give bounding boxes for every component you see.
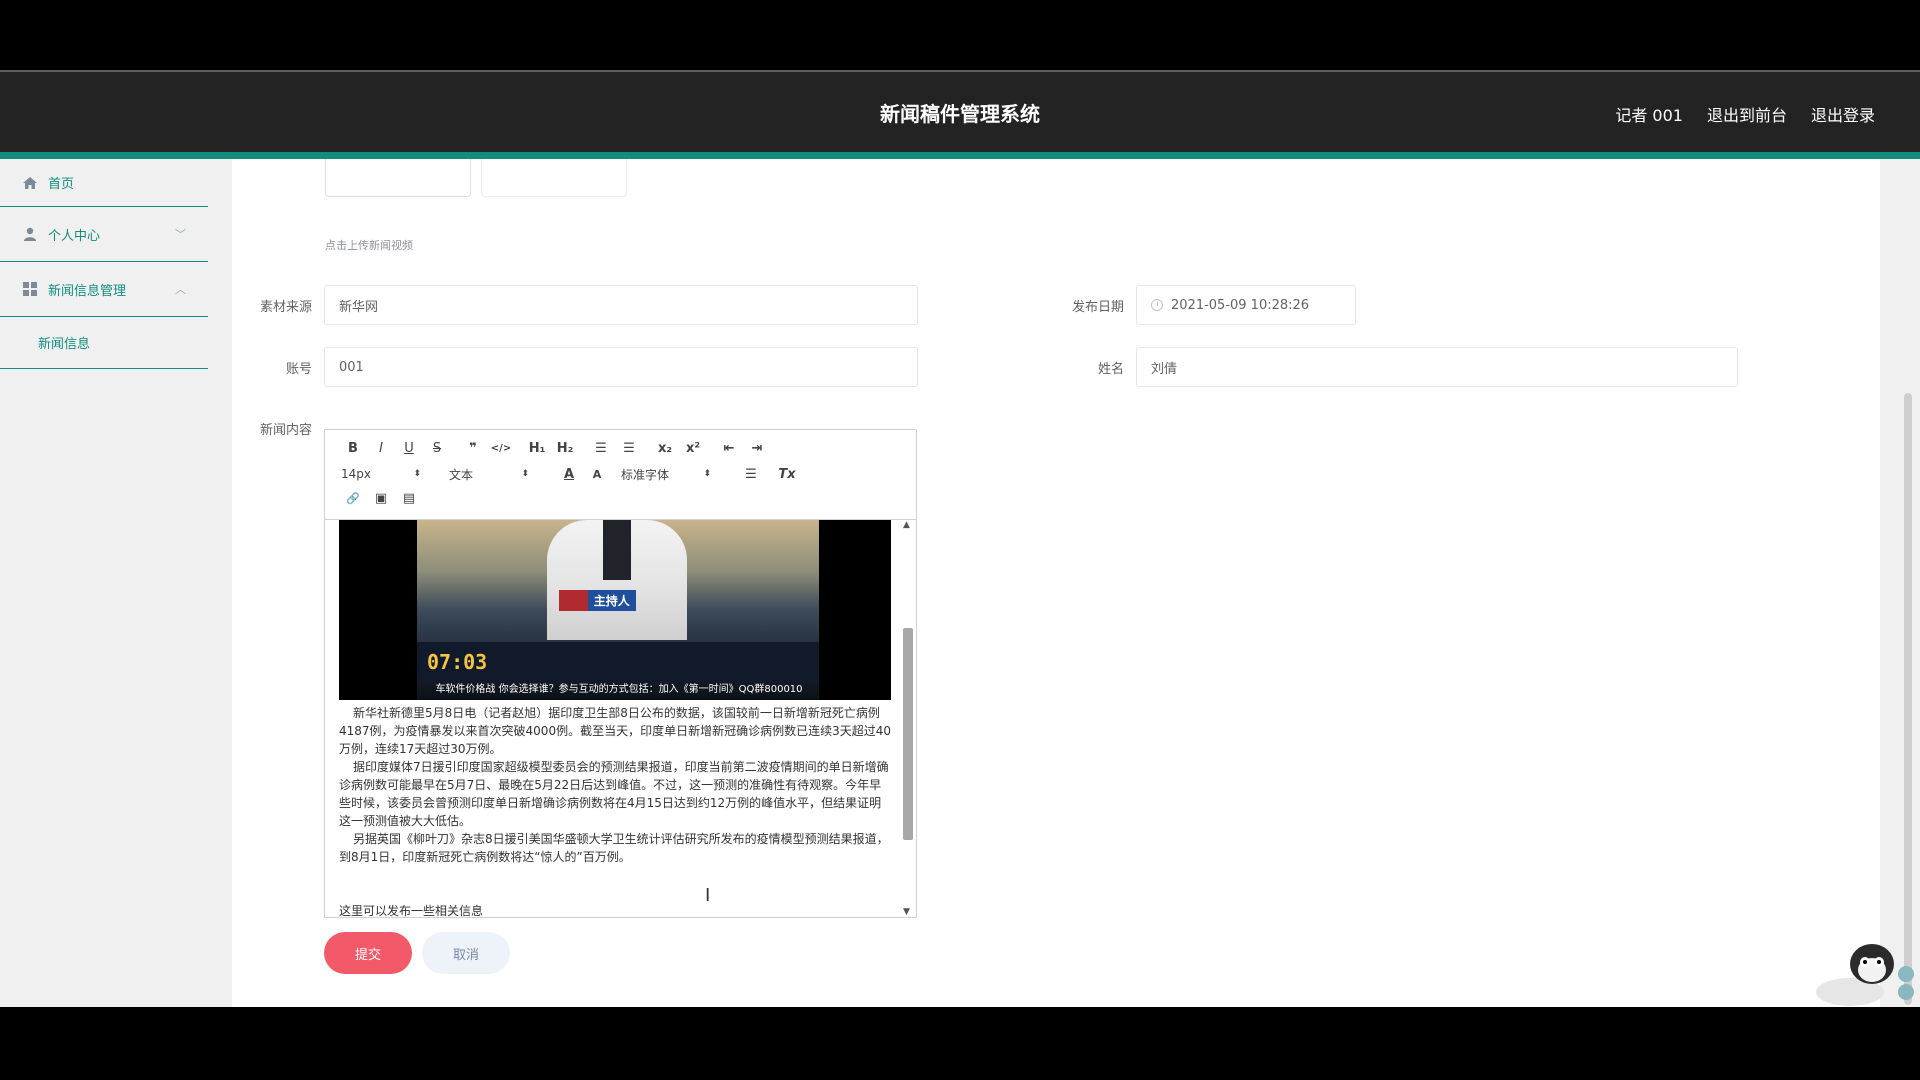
- editor-bottom-note: 这里可以发布一些相关信息: [339, 904, 484, 917]
- sidebar-item-label: 新闻信息管理: [48, 283, 127, 299]
- toolbar-row-3: 🔗 ▣ ▤: [339, 488, 423, 508]
- subscript-button[interactable]: x₂: [651, 438, 679, 458]
- select-caret-icon: ⬍: [521, 469, 529, 479]
- home-icon: [22, 175, 38, 191]
- account-value: 001: [339, 359, 364, 375]
- video-name-tag-red: [559, 590, 588, 611]
- select-caret-icon: ⬍: [703, 469, 711, 479]
- text-color-button[interactable]: A: [555, 464, 583, 484]
- scroll-up-icon[interactable]: ▲: [903, 520, 910, 530]
- underline-button[interactable]: U: [395, 438, 423, 458]
- header-accent-line: [0, 152, 1920, 159]
- h1-button[interactable]: H₁: [523, 438, 551, 458]
- align-button[interactable]: ☰: [737, 464, 765, 484]
- quote-button[interactable]: ❞: [459, 438, 487, 458]
- form-card: 点击上传新闻视频 素材来源 新华网 发布日期 2021-05-09 10:28:…: [232, 159, 1880, 1007]
- header-select[interactable]: 文本 ⬍: [447, 466, 531, 483]
- strike-button[interactable]: S: [423, 438, 451, 458]
- sidebar-item-label: 个人中心: [48, 228, 101, 244]
- font-family-value: 标准字体: [621, 467, 670, 482]
- name-label: 姓名: [1097, 362, 1124, 377]
- submit-button[interactable]: 提交: [324, 932, 412, 974]
- code-button[interactable]: </>: [487, 438, 515, 458]
- date-picker[interactable]: 2021-05-09 10:28:26: [1136, 285, 1356, 325]
- letterbox-bottom: [0, 1007, 1920, 1080]
- bold-button[interactable]: B: [339, 438, 367, 458]
- video-clock: 07:03: [427, 650, 488, 674]
- upload-box[interactable]: [325, 159, 471, 197]
- screen: 新闻稿件管理系统 记者 001 退出到前台 退出登录 首页 个人中心 ﹀ 新闻信…: [0, 0, 1920, 1080]
- editor-toolbar: B I U S ❞ </> H₁ H₂ ☰ ☰ x₂ x² ⇤ ⇥ 14px ⬍…: [325, 430, 916, 520]
- account-input[interactable]: 001: [324, 347, 918, 387]
- logout-link[interactable]: 退出登录: [1811, 102, 1875, 126]
- source-label: 素材来源: [259, 300, 312, 315]
- video-subtitle: 车软件价格战 你会选择谁？参与互动的方式包括：加入《第一时间》QQ群800010: [435, 684, 803, 695]
- link-button[interactable]: 🔗: [339, 488, 367, 508]
- video-button[interactable]: ▤: [395, 488, 423, 508]
- user-icon: [22, 226, 38, 242]
- news-paragraph: 另据英国《柳叶刀》杂志8日援引美国华盛顿大学卫生统计评估研究所发布的疫情模型预测…: [339, 832, 889, 864]
- sidebar-item-personal[interactable]: 个人中心 ﹀: [0, 207, 208, 262]
- image-button[interactable]: ▣: [367, 488, 395, 508]
- sidebar: 首页 个人中心 ﹀ 新闻信息管理 ︿ 新闻信息: [0, 159, 208, 1007]
- background-color-button[interactable]: A: [583, 464, 611, 484]
- header-actions: 记者 001 退出到前台 退出登录: [1615, 102, 1875, 126]
- font-size-value: 14px: [341, 467, 371, 481]
- name-value: 刘倩: [1151, 361, 1178, 377]
- name-input[interactable]: 刘倩: [1136, 347, 1738, 387]
- content-label: 新闻内容: [259, 423, 312, 438]
- news-paragraph: 据印度媒体7日援引印度国家超级模型委员会的预测结果报道，印度当前第二波疫情期间的…: [339, 760, 889, 828]
- scroll-down-icon[interactable]: ▼: [903, 907, 910, 917]
- video-anchor-figure: [547, 520, 687, 640]
- chevron-up-icon: ︿: [175, 283, 186, 296]
- italic-button[interactable]: I: [367, 438, 395, 458]
- video-name-tag: 主持人: [559, 590, 636, 611]
- header-value: 文本: [449, 467, 474, 482]
- grid-icon: [22, 281, 38, 297]
- toolbar-row-2: 14px ⬍ 文本 ⬍ A A 标准字体 ⬍ ☰ Tx: [339, 464, 801, 484]
- bullet-list-button[interactable]: ☰: [615, 438, 643, 458]
- current-user[interactable]: 记者 001: [1615, 102, 1683, 126]
- rich-text-editor: B I U S ❞ </> H₁ H₂ ☰ ☰ x₂ x² ⇤ ⇥ 14px ⬍…: [324, 429, 917, 918]
- ordered-list-button[interactable]: ☰: [587, 438, 615, 458]
- date-value: 2021-05-09 10:28:26: [1171, 297, 1310, 313]
- main-area: 首页 个人中心 ﹀ 新闻信息管理 ︿ 新闻信息 点击上传新闻视频 素材来源 新华…: [0, 159, 1920, 1007]
- font-family-select[interactable]: 标准字体 ⬍: [619, 466, 713, 483]
- outdent-button[interactable]: ⇤: [715, 438, 743, 458]
- video-role-tag: 主持人: [587, 590, 636, 611]
- source-input[interactable]: 新华网: [324, 285, 918, 325]
- chevron-down-icon: ﹀: [175, 228, 186, 241]
- top-header: 新闻稿件管理系统 记者 001 退出到前台 退出登录: [0, 70, 1920, 152]
- sidebar-item-label: 首页: [48, 177, 75, 192]
- indent-button[interactable]: ⇥: [743, 438, 771, 458]
- cancel-button[interactable]: 取消: [422, 932, 510, 974]
- h2-button[interactable]: H₂: [551, 438, 579, 458]
- embedded-video[interactable]: 主持人 07:03 车软件价格战 你会选择谁？参与互动的方式包括：加入《第一时间…: [339, 520, 891, 700]
- date-label: 发布日期: [1071, 300, 1124, 315]
- upload-box-secondary[interactable]: [481, 159, 627, 197]
- superscript-button[interactable]: x²: [679, 438, 707, 458]
- toolbar-row-1: B I U S ❞ </> H₁ H₂ ☰ ☰ x₂ x² ⇤ ⇥: [339, 438, 771, 458]
- source-value: 新华网: [339, 299, 379, 315]
- mascot-icon: [1810, 934, 1920, 1006]
- letterbox-top: [0, 0, 1920, 70]
- select-caret-icon: ⬍: [413, 469, 421, 479]
- sidebar-item-news-info[interactable]: 新闻信息: [0, 317, 208, 369]
- scrollbar-thumb[interactable]: [903, 628, 913, 840]
- upload-video-tip[interactable]: 点击上传新闻视频: [325, 237, 413, 253]
- editor-scrollbar[interactable]: ▲ ▼: [899, 520, 916, 917]
- exit-to-front-link[interactable]: 退出到前台: [1707, 102, 1787, 126]
- account-label: 账号: [285, 362, 312, 377]
- news-paragraph: 新华社新德里5月8日电（记者赵旭）据印度卫生部8日公布的数据，该国较前一日新增新…: [339, 706, 891, 756]
- clean-format-button[interactable]: Tx: [773, 464, 801, 484]
- sidebar-item-home[interactable]: 首页: [0, 159, 208, 207]
- editor-content[interactable]: 主持人 07:03 车软件价格战 你会选择谁？参与互动的方式包括：加入《第一时间…: [325, 520, 916, 917]
- page-scrollbar[interactable]: [1904, 393, 1912, 1005]
- font-size-select[interactable]: 14px ⬍: [339, 467, 423, 481]
- news-text: 新华社新德里5月8日电（记者赵旭）据印度卫生部8日公布的数据，该国较前一日新增新…: [339, 704, 891, 866]
- sidebar-item-news-mgmt[interactable]: 新闻信息管理 ︿: [0, 262, 208, 317]
- clock-icon: [1151, 299, 1163, 311]
- text-cursor-icon: I: [705, 885, 711, 906]
